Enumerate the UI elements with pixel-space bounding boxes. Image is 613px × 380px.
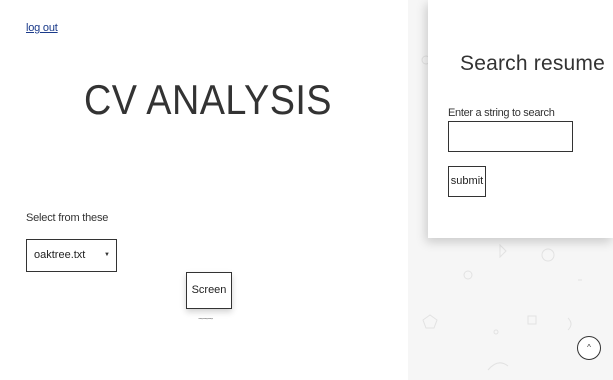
loading-indicator: ~~~: [198, 314, 214, 325]
file-select-value: oaktree.txt: [34, 249, 86, 261]
search-input-label: Enter a string to search: [448, 107, 555, 119]
search-title: Search resume: [460, 52, 605, 75]
submit-button[interactable]: submit: [448, 166, 486, 197]
main-panel: log out CV ANALYSIS Select from these oa…: [8, 0, 408, 380]
search-input[interactable]: [448, 121, 573, 152]
search-card: Search resume Enter a string to search s…: [428, 0, 613, 238]
chevron-up-icon: ^: [587, 343, 591, 352]
scroll-top-button[interactable]: ^: [577, 336, 601, 360]
screen-button[interactable]: Screen: [186, 272, 232, 309]
caret-down-icon: ▼: [104, 252, 110, 258]
select-label: Select from these: [26, 212, 109, 224]
logout-link[interactable]: log out: [26, 22, 58, 34]
file-select[interactable]: oaktree.txt ▼: [26, 239, 117, 272]
page-title: CV ANALYSIS: [84, 76, 332, 123]
